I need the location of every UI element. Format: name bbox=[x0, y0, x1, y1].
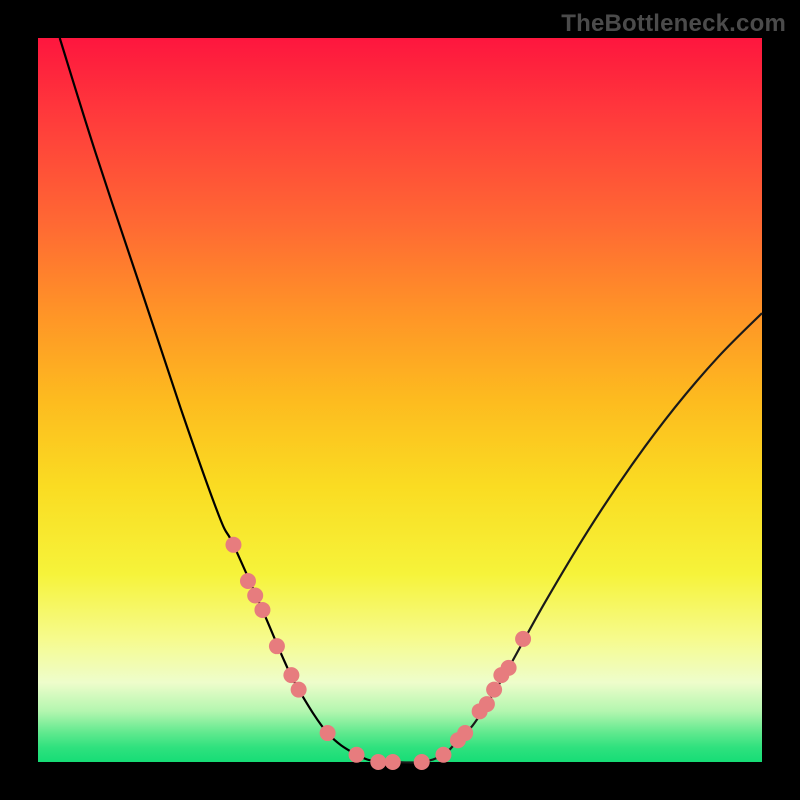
data-dot bbox=[501, 660, 517, 676]
data-dot bbox=[349, 747, 365, 763]
data-dot bbox=[291, 682, 307, 698]
data-dot bbox=[385, 754, 401, 770]
chart-stage: TheBottleneck.com bbox=[0, 0, 800, 800]
data-dot bbox=[225, 537, 241, 553]
watermark-text: TheBottleneck.com bbox=[561, 10, 786, 38]
data-dot bbox=[247, 587, 263, 603]
data-dot bbox=[320, 725, 336, 741]
left-curve bbox=[60, 38, 393, 763]
data-dot bbox=[515, 631, 531, 647]
data-dot bbox=[414, 754, 430, 770]
data-dot bbox=[457, 725, 473, 741]
data-dot bbox=[370, 754, 386, 770]
data-dot bbox=[269, 638, 285, 654]
chart-svg bbox=[0, 0, 800, 800]
data-dot bbox=[240, 573, 256, 589]
right-curve bbox=[393, 313, 762, 762]
data-dot bbox=[479, 696, 495, 712]
data-dot bbox=[254, 602, 270, 618]
data-dot bbox=[283, 667, 299, 683]
data-dot bbox=[435, 747, 451, 763]
data-dot bbox=[486, 682, 502, 698]
